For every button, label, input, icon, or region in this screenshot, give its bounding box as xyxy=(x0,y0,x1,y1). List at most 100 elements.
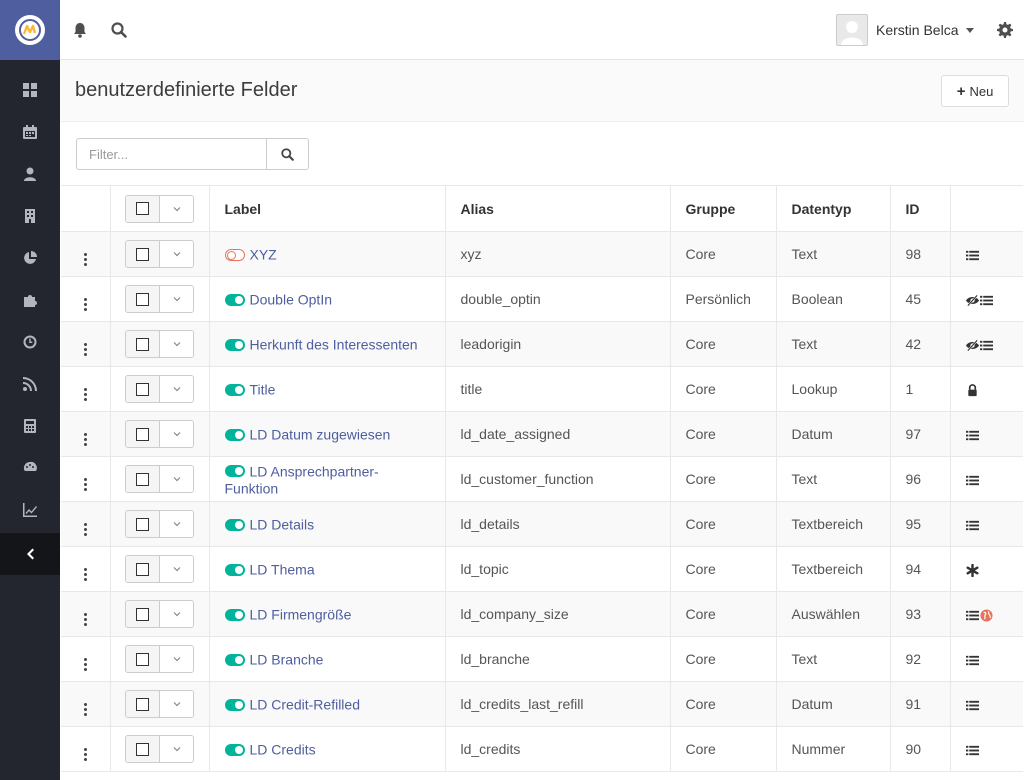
flags-cell xyxy=(950,411,1023,457)
publish-toggle[interactable] xyxy=(224,743,245,756)
row-options-dropdown[interactable] xyxy=(160,466,193,492)
field-label-link[interactable]: LD Ansprechpartner-Funktion xyxy=(225,463,379,496)
sidebar-item-companies[interactable] xyxy=(0,195,60,237)
publish-toggle[interactable] xyxy=(224,428,245,441)
column-header-group[interactable]: Gruppe xyxy=(670,185,777,232)
row-options-dropdown[interactable] xyxy=(160,511,193,537)
sidebar-item-channels[interactable] xyxy=(0,363,60,405)
row-checkbox[interactable] xyxy=(126,691,160,717)
filter-input[interactable] xyxy=(76,138,267,170)
select-all-checkbox[interactable] xyxy=(126,195,160,222)
field-label-link[interactable]: LD Credit-Refilled xyxy=(250,697,360,713)
row-options-dropdown[interactable] xyxy=(160,286,193,312)
row-actions-menu[interactable] xyxy=(61,276,111,322)
sidebar-item-points[interactable] xyxy=(0,405,60,447)
sidebar-item-campaigns[interactable] xyxy=(0,321,60,363)
publish-toggle[interactable] xyxy=(224,383,245,396)
plus-icon: + xyxy=(956,82,966,100)
label-cell: LD Ansprechpartner-Funktion xyxy=(209,456,446,502)
sidebar-item-dashboard[interactable] xyxy=(0,69,60,111)
row-actions-menu[interactable] xyxy=(61,321,111,367)
row-checkbox[interactable] xyxy=(126,286,160,312)
row-checkbox[interactable] xyxy=(126,241,160,267)
row-actions-menu[interactable] xyxy=(61,411,111,457)
row-actions-menu[interactable] xyxy=(61,726,111,772)
row-options-dropdown[interactable] xyxy=(160,556,193,582)
sidebar-item-themes[interactable] xyxy=(0,447,60,489)
publish-toggle[interactable] xyxy=(224,653,245,666)
publish-toggle[interactable] xyxy=(224,465,245,477)
publish-toggle[interactable] xyxy=(224,563,245,576)
sidebar-item-reports[interactable] xyxy=(0,489,60,531)
field-label-link[interactable]: LD Branche xyxy=(250,652,324,668)
notifications-button[interactable] xyxy=(70,20,90,40)
row-checkbox[interactable] xyxy=(126,376,160,402)
row-options-dropdown[interactable] xyxy=(160,736,193,762)
column-header-type[interactable]: Datentyp xyxy=(776,185,891,232)
settings-button[interactable] xyxy=(995,20,1015,40)
field-label-link[interactable]: LD Thema xyxy=(250,562,315,578)
sidebar-item-segments[interactable] xyxy=(0,237,60,279)
row-checkbox[interactable] xyxy=(126,331,160,357)
field-label-link[interactable]: LD Datum zugewiesen xyxy=(250,427,391,443)
field-label-link[interactable]: Title xyxy=(250,382,276,398)
publish-toggle[interactable] xyxy=(224,293,245,306)
alias-cell: ld_branche xyxy=(445,636,671,682)
group-cell: Core xyxy=(670,501,777,547)
row-actions-menu[interactable] xyxy=(61,591,111,637)
row-checkbox[interactable] xyxy=(126,556,160,582)
app-logo[interactable] xyxy=(0,0,60,60)
row-options-dropdown[interactable] xyxy=(160,421,193,447)
label-cell: LD Thema xyxy=(209,546,446,592)
row-options-dropdown[interactable] xyxy=(160,331,193,357)
row-actions-menu[interactable] xyxy=(61,546,111,592)
user-menu[interactable]: Kerstin Belca xyxy=(836,14,975,46)
row-checkbox[interactable] xyxy=(126,511,160,537)
publish-toggle[interactable] xyxy=(224,698,245,711)
line-chart-icon xyxy=(23,503,37,517)
filter-search-button[interactable] xyxy=(267,138,309,170)
sidebar-item-contacts[interactable] xyxy=(0,153,60,195)
field-label-link[interactable]: LD Firmengröße xyxy=(250,607,352,623)
field-label-link[interactable]: LD Credits xyxy=(250,742,316,758)
row-select-cell xyxy=(110,681,210,727)
row-options-dropdown[interactable] xyxy=(160,691,193,717)
row-checkbox[interactable] xyxy=(126,466,160,492)
column-header-alias[interactable]: Alias xyxy=(445,185,671,232)
row-actions-menu[interactable] xyxy=(61,636,111,682)
row-select-group xyxy=(125,510,194,538)
sidebar-collapse-button[interactable] xyxy=(0,533,60,575)
row-actions-menu[interactable] xyxy=(61,231,111,277)
new-button[interactable]: + Neu xyxy=(941,75,1009,107)
row-options-dropdown[interactable] xyxy=(160,376,193,402)
publish-toggle[interactable] xyxy=(224,338,245,351)
row-actions-menu[interactable] xyxy=(61,501,111,547)
select-all-dropdown[interactable] xyxy=(160,195,193,222)
publish-toggle[interactable] xyxy=(224,248,245,261)
row-actions-menu[interactable] xyxy=(61,456,111,502)
row-options-dropdown[interactable] xyxy=(160,601,193,627)
sidebar-item-components[interactable] xyxy=(0,279,60,321)
table-row: LD Credit-Refilled ld_credits_last_refil… xyxy=(61,681,1023,727)
label-cell: LD Details xyxy=(209,501,446,547)
row-actions-menu[interactable] xyxy=(61,681,111,727)
group-cell: Core xyxy=(670,726,777,772)
search-button[interactable] xyxy=(109,20,129,40)
publish-toggle[interactable] xyxy=(224,518,245,531)
row-checkbox[interactable] xyxy=(126,421,160,447)
column-header-id[interactable]: ID xyxy=(890,185,951,232)
table-header-row: Label Alias Gruppe Datentyp ID xyxy=(61,185,1023,232)
row-checkbox[interactable] xyxy=(126,646,160,672)
row-options-dropdown[interactable] xyxy=(160,646,193,672)
field-label-link[interactable]: XYZ xyxy=(250,247,277,263)
row-actions-menu[interactable] xyxy=(61,366,111,412)
column-header-label[interactable]: Label xyxy=(209,185,446,232)
field-label-link[interactable]: LD Details xyxy=(250,517,315,533)
sidebar-item-calendar[interactable] xyxy=(0,111,60,153)
row-checkbox[interactable] xyxy=(126,601,160,627)
field-label-link[interactable]: Herkunft des Interessenten xyxy=(250,337,418,353)
publish-toggle[interactable] xyxy=(224,608,245,621)
row-checkbox[interactable] xyxy=(126,736,160,762)
row-options-dropdown[interactable] xyxy=(160,241,193,267)
field-label-link[interactable]: Double OptIn xyxy=(250,292,333,308)
